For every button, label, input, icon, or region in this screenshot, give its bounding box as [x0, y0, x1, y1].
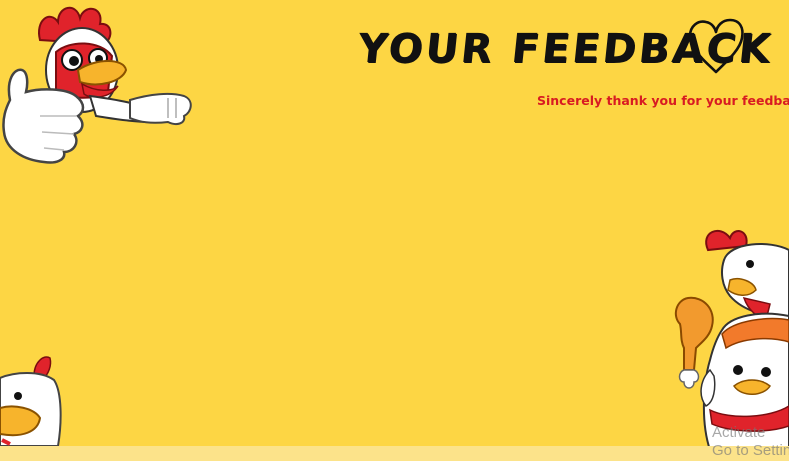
chicken-drumstick-mascot	[674, 229, 789, 450]
feedback-page: YOUR FEEDBACK Sincerely thank you for yo…	[0, 0, 789, 461]
chicken-peek-mascot	[0, 356, 62, 447]
bottom-strip	[0, 446, 789, 461]
activation-watermark: Activate Go to Settin	[712, 424, 789, 460]
heart-icon	[688, 18, 744, 74]
watermark-line-2: Go to Settin	[712, 442, 789, 459]
watermark-line-1: Activate	[712, 424, 766, 441]
rooster-thumbs-up-mascot	[2, 7, 192, 164]
subtitle: Sincerely thank you for your feedback.	[537, 93, 789, 108]
